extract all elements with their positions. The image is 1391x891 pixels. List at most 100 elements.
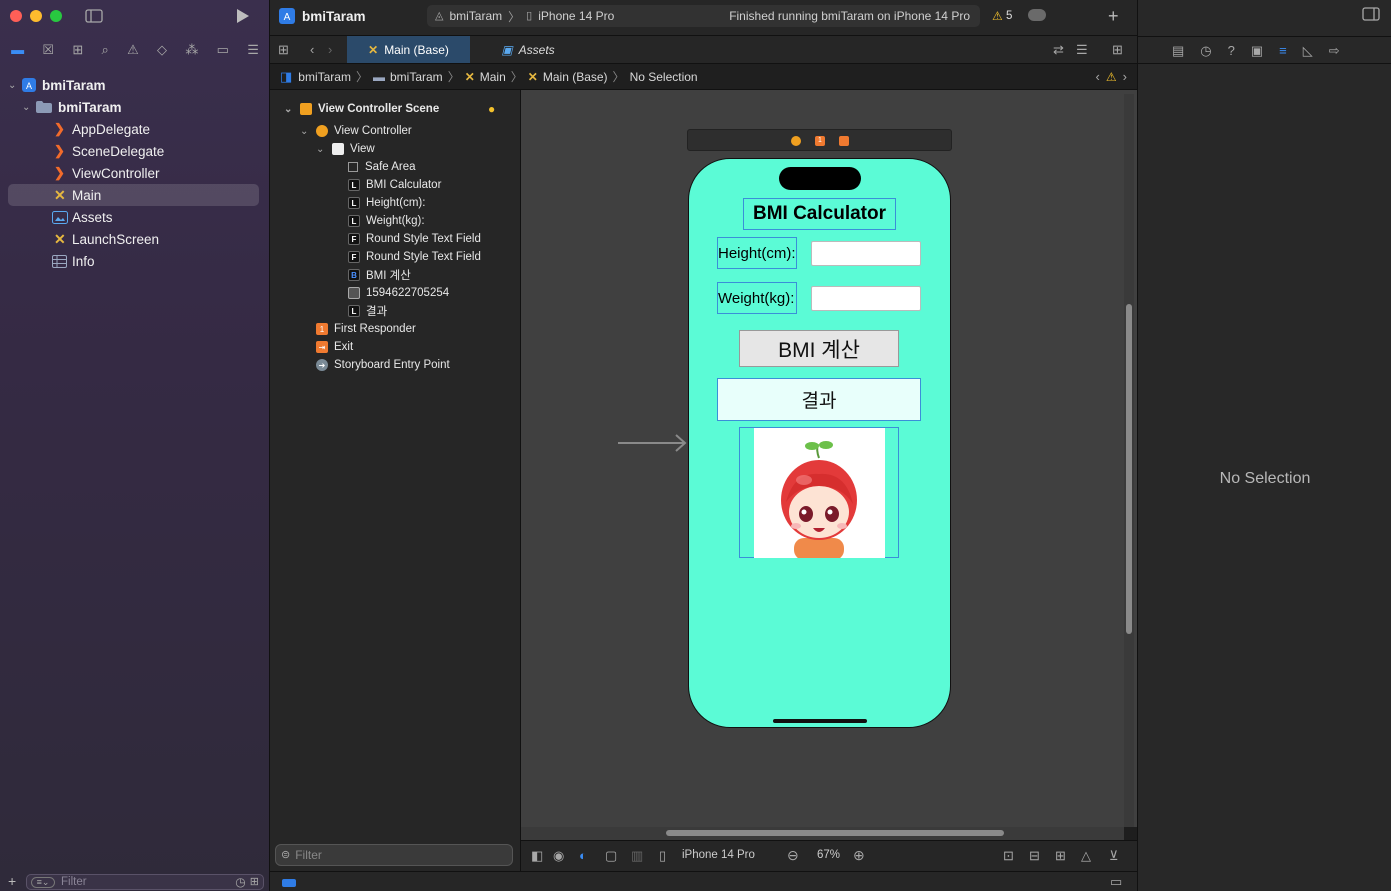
file-inspector-icon[interactable]: ▤ — [1172, 44, 1184, 57]
test-navigator-icon[interactable]: ◇ — [157, 43, 167, 56]
sidebar-toggle-icon[interactable] — [84, 7, 104, 25]
tree-item-info[interactable]: Info — [8, 250, 259, 272]
breadcrumb-item[interactable]: bmiTaram — [390, 70, 443, 84]
weight-input[interactable] — [811, 286, 921, 311]
back-icon[interactable]: ‹ — [310, 43, 314, 56]
update-frames-icon[interactable]: ⊡ — [1003, 849, 1014, 862]
zoom-level[interactable]: 67% — [817, 849, 840, 861]
outline-safe-area[interactable]: Safe Area — [348, 158, 416, 176]
outline-image-view[interactable]: 1594622705254 — [348, 284, 449, 302]
add-library-icon[interactable]: + — [1108, 7, 1119, 25]
tree-item-appdelegate[interactable]: ❯ AppDelegate — [8, 118, 259, 140]
size-inspector-icon[interactable]: ◺ — [1303, 44, 1313, 57]
height-input[interactable] — [811, 241, 921, 266]
toggle-outline-icon[interactable]: ◧ — [531, 849, 543, 862]
close-window-button[interactable] — [10, 10, 22, 22]
toggle-debug-area-icon[interactable]: ▭ — [1110, 875, 1122, 888]
forward-icon[interactable]: › — [328, 43, 332, 56]
breadcrumb-item[interactable]: Main (Base) — [543, 70, 608, 84]
entry-point-arrow-icon[interactable] — [618, 432, 690, 454]
outline-filter[interactable]: ⊜ Filter — [275, 844, 513, 866]
scene-dock[interactable]: 1 — [687, 129, 952, 151]
outline-button[interactable]: B BMI 계산 — [348, 266, 411, 284]
view-controller-icon[interactable] — [791, 136, 801, 146]
outline-label-height[interactable]: L Height(cm): — [348, 194, 425, 212]
breadcrumb-item[interactable]: bmiTaram — [298, 70, 351, 84]
attributes-inspector-icon[interactable]: ≡ — [1279, 44, 1287, 57]
inspector-toggle-icon[interactable] — [1362, 7, 1380, 21]
previous-issue-icon[interactable]: ‹ — [1096, 70, 1100, 83]
outline-view[interactable]: ⌄ View — [316, 140, 375, 158]
bmi-calc-button[interactable]: BMI 계산 — [739, 330, 899, 367]
swap-editor-icon[interactable]: ⇄ — [1053, 43, 1064, 56]
embed-in-icon[interactable]: ⊻ — [1109, 849, 1119, 862]
breadcrumb-item[interactable]: Main — [480, 70, 506, 84]
outline-view-controller[interactable]: ⌄ View Controller — [300, 122, 412, 140]
scene-status-icon[interactable]: ● — [488, 102, 495, 116]
tree-item-scenedelegate[interactable]: ❯ SceneDelegate — [8, 140, 259, 162]
scm-filter-icon[interactable]: ⊞ — [250, 876, 259, 888]
scheme-selector[interactable]: bmiTaram — [449, 9, 502, 23]
device-selector[interactable]: iPhone 14 Pro — [682, 849, 755, 861]
zoom-out-icon[interactable]: ⊖ — [787, 848, 799, 862]
accessibility-icon[interactable]: ◉ — [553, 849, 564, 862]
folder-navigator-icon[interactable]: ▬ — [11, 43, 24, 56]
issue-navigator-icon[interactable]: ⚠ — [127, 43, 139, 56]
add-editor-icon[interactable]: ⊞ — [1112, 43, 1123, 56]
outline-label-weight[interactable]: L Weight(kg): — [348, 212, 425, 230]
outline-exit[interactable]: ⇥ Exit — [316, 338, 353, 356]
destination-selector[interactable]: iPhone 14 Pro — [538, 9, 614, 23]
history-inspector-icon[interactable]: ◷ — [1200, 44, 1211, 57]
zoom-in-icon[interactable]: ⊕ — [853, 848, 865, 862]
debug-area-indicator-icon[interactable] — [282, 879, 296, 887]
tree-item-project[interactable]: ⌄ A bmiTaram — [8, 74, 259, 96]
recent-files-icon[interactable]: ◷ — [235, 876, 245, 888]
outline-label-result[interactable]: L 결과 — [348, 302, 387, 320]
tree-item-group[interactable]: ⌄ bmiTaram — [8, 96, 259, 118]
tree-item-main[interactable]: ✕ Main — [8, 184, 259, 206]
warning-icon[interactable]: ⚠ — [992, 9, 1003, 23]
vertical-scroll-thumb[interactable] — [1126, 304, 1132, 634]
outline-textfield-2[interactable]: F Round Style Text Field — [348, 248, 481, 266]
outline-entry-point[interactable]: ➔ Storyboard Entry Point — [316, 356, 450, 374]
add-icon[interactable]: + — [8, 874, 20, 888]
debug-navigator-icon[interactable]: ⁂ — [185, 43, 198, 56]
filter-options-icon[interactable]: ≡⌄ — [31, 876, 55, 888]
vertical-scrollbar[interactable] — [1124, 94, 1134, 827]
horizontal-scrollbar[interactable] — [521, 827, 1124, 840]
bmi-title-label[interactable]: BMI Calculator — [743, 198, 896, 230]
related-items-icon[interactable]: ⊞ — [278, 43, 289, 56]
outline-scene[interactable]: ⌄ View Controller Scene ● — [284, 100, 495, 118]
tree-item-launchscreen[interactable]: ✕ LaunchScreen — [8, 228, 259, 250]
split-view-icon[interactable]: ▥ — [631, 849, 643, 862]
editor-options-icon[interactable]: ☰ — [1076, 43, 1088, 56]
exit-icon[interactable] — [839, 136, 849, 146]
character-image-view[interactable] — [739, 427, 899, 558]
appearance-icon[interactable]: ◐ — [579, 849, 587, 862]
outline-first-responder[interactable]: 1 First Responder — [316, 320, 416, 338]
align-icon[interactable]: ⊟ — [1029, 849, 1040, 862]
find-navigator-icon[interactable]: ⌕ — [102, 43, 109, 56]
minimize-window-button[interactable] — [30, 10, 42, 22]
orientation-icon[interactable]: ▢ — [605, 849, 617, 862]
report-navigator-icon[interactable]: ☰ — [247, 43, 259, 56]
iphone-scene[interactable]: BMI Calculator Height(cm): Weight(kg): B… — [688, 158, 951, 728]
connections-inspector-icon[interactable]: ⇨ — [1329, 44, 1340, 57]
identity-inspector-icon[interactable]: ▣ — [1251, 44, 1263, 57]
tab-assets[interactable]: ▣ Assets — [478, 36, 578, 63]
first-responder-icon[interactable]: 1 — [815, 136, 825, 146]
outline-label-title[interactable]: L BMI Calculator — [348, 176, 441, 194]
tree-item-assets[interactable]: Assets — [8, 206, 259, 228]
source-control-navigator-icon[interactable]: ☒ — [42, 43, 54, 56]
add-constraints-icon[interactable]: ⊞ — [1055, 849, 1066, 862]
tab-main-base[interactable]: ✕ Main (Base) — [347, 36, 470, 63]
warning-icon[interactable]: ⚠ — [1106, 70, 1117, 84]
breakpoint-navigator-icon[interactable]: ▭ — [217, 43, 229, 56]
run-button[interactable] — [234, 7, 252, 25]
tree-item-viewcontroller[interactable]: ❯ ViewController — [8, 162, 259, 184]
navigator-filter[interactable]: ≡⌄ Filter ◷ ⊞ — [26, 874, 264, 890]
zoom-window-button[interactable] — [50, 10, 62, 22]
help-inspector-icon[interactable]: ? — [1228, 44, 1235, 57]
activity-view[interactable]: ◬ bmiTaram 〉 ▯ iPhone 14 Pro Finished ru… — [427, 5, 980, 27]
device-icon[interactable]: ▯ — [659, 849, 666, 862]
